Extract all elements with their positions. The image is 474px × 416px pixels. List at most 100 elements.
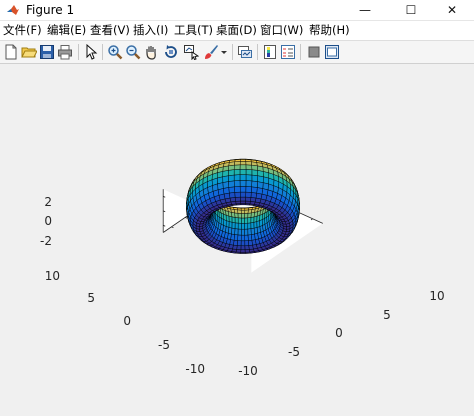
x-tick-label: 10 [429,289,444,303]
surface-face [245,191,252,198]
menu-bar: 文件(F) 编辑(E) 查看(V) 插入(I) 工具(T) 桌面(D) 窗口(W… [0,21,474,40]
legend-icon[interactable] [280,44,296,60]
x-tick-label: 0 [335,326,343,340]
surface-face [240,200,246,204]
surface-face [231,216,236,224]
maximize-button[interactable]: ☐ [389,0,433,20]
pan-icon[interactable] [143,44,159,60]
surface-face [239,174,247,181]
zoom-in-icon[interactable] [107,44,123,60]
surface-face [244,222,249,230]
menu-desktop[interactable]: 桌面(D) [216,23,257,38]
surface-face [241,228,245,236]
x-tick-label: -10 [238,364,258,378]
new-figure-icon[interactable] [3,44,19,60]
surface-face [237,222,242,230]
brush-icon[interactable] [203,44,219,60]
axes-3d[interactable]: 2 0 -2 10 5 0 -5 -10 -10 -5 0 5 10 [0,64,474,416]
surface-face [245,196,252,202]
surface-face [234,196,241,202]
surface-face [251,186,258,194]
rotate-3d-icon[interactable] [163,44,179,60]
surface-face [241,213,245,219]
figure-toolbar [0,40,474,64]
toolbar-separator [232,44,233,60]
surface-face [237,209,242,214]
z-tick-label: 2 [44,195,52,209]
toolbar-separator [102,44,103,60]
surface-face [240,240,246,247]
menu-window[interactable]: 窗口(W) [260,23,303,38]
menu-insert[interactable]: 插入(I) [133,23,168,38]
y-tick-mark [171,226,174,229]
surface-face [234,161,241,166]
surface-face [241,223,245,230]
surface-face [247,222,252,230]
surface-face [240,196,246,202]
menu-help[interactable]: 帮助(H) [309,23,350,38]
surface-face [253,221,258,229]
title-bar: Figure 1 — ☐ ✕ [0,0,474,21]
y-tick-label: 5 [87,291,95,305]
z-tick-label: 0 [44,214,52,228]
surface-face [251,169,258,176]
matlab-logo-icon [6,3,20,17]
surface-face [228,221,233,229]
x-tick-label: -5 [288,345,300,359]
surface-face [247,212,252,219]
minimize-button[interactable]: — [343,0,387,20]
hide-plot-tools-icon[interactable] [306,44,322,60]
surface-face [228,174,235,182]
surface-face [245,161,252,166]
y-tick-label: -10 [185,362,205,376]
menu-view[interactable]: 查看(V) [90,23,130,38]
surface-face [250,216,255,224]
show-plot-tools-icon[interactable] [324,44,340,60]
close-button[interactable]: ✕ [430,0,474,20]
toolbar-separator [300,44,301,60]
surface-face [251,174,258,182]
menu-tools[interactable]: 工具(T) [174,23,213,38]
surface-face [231,221,236,229]
data-cursor-icon[interactable] [183,44,199,60]
surface-face [233,174,241,182]
surface-face [228,180,235,188]
z-tick-label: -2 [40,234,52,248]
surface-face [234,186,241,193]
menu-file[interactable]: 文件(F) [3,23,42,38]
surface-face [244,240,250,247]
surface-face [245,164,253,170]
brush-dropdown-icon[interactable] [220,44,228,60]
surface-face [234,191,241,198]
toolbar-separator [257,44,258,60]
toolbar-separator [78,44,79,60]
surface-face [237,217,242,224]
y-tick-label: 10 [45,269,60,283]
surface-face [251,180,258,188]
surface-face [240,159,247,162]
edit-plot-arrow-icon[interactable] [83,44,99,60]
surface-face [251,161,258,167]
surface-face [245,174,253,182]
surface-face [229,192,236,199]
surface-face [237,234,242,242]
colorbar-icon[interactable] [262,44,278,60]
surface-face [245,180,253,188]
menu-edit[interactable]: 编辑(E) [47,23,86,38]
surface-face [239,180,247,187]
surface-face [234,217,239,224]
save-icon[interactable] [39,44,55,60]
window-title: Figure 1 [26,3,75,17]
surface-face [244,245,250,250]
surface-face [225,220,230,228]
surface-face [239,186,247,193]
surface-face [247,228,252,236]
surface-face [228,186,236,194]
print-icon[interactable] [57,44,73,60]
surface-face [240,234,246,242]
open-file-icon[interactable] [21,44,37,60]
zoom-out-icon[interactable] [125,44,141,60]
figure-canvas[interactable]: 2 0 -2 10 5 0 -5 -10 -10 -5 0 5 10 [0,64,474,416]
surface-face [228,161,236,167]
link-plot-icon[interactable] [237,44,253,60]
